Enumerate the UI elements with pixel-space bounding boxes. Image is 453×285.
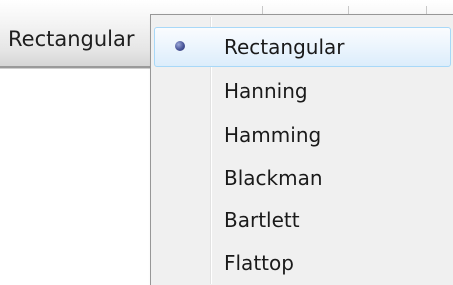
- menu-item-hamming[interactable]: Hamming: [154, 115, 451, 155]
- menu-item-label: Blackman: [224, 166, 323, 190]
- menu-item-rectangular[interactable]: Rectangular: [154, 27, 451, 67]
- window-type-combo-value[interactable]: Rectangular: [8, 24, 135, 54]
- menu-item-flattop[interactable]: Flattop: [154, 243, 451, 283]
- menu-item-label: Bartlett: [224, 208, 300, 232]
- menu-item-blackman[interactable]: Blackman: [154, 158, 451, 198]
- grid-tick: [262, 6, 263, 14]
- grid-tick: [426, 6, 427, 14]
- window-function-ui: Rectangular Rectangular Hanning Hamming …: [0, 0, 453, 285]
- menu-item-label: Hamming: [224, 123, 322, 147]
- window-type-dropdown-menu: Rectangular Hanning Hamming Blackman Bar…: [150, 14, 453, 285]
- menu-item-label: Flattop: [224, 251, 294, 275]
- menu-item-hanning[interactable]: Hanning: [154, 71, 451, 111]
- menu-item-bartlett[interactable]: Bartlett: [154, 200, 451, 240]
- menu-item-label: Rectangular: [224, 35, 345, 59]
- grid-tick: [348, 6, 349, 14]
- radio-bullet-icon: [175, 41, 185, 51]
- menu-item-label: Hanning: [224, 79, 308, 103]
